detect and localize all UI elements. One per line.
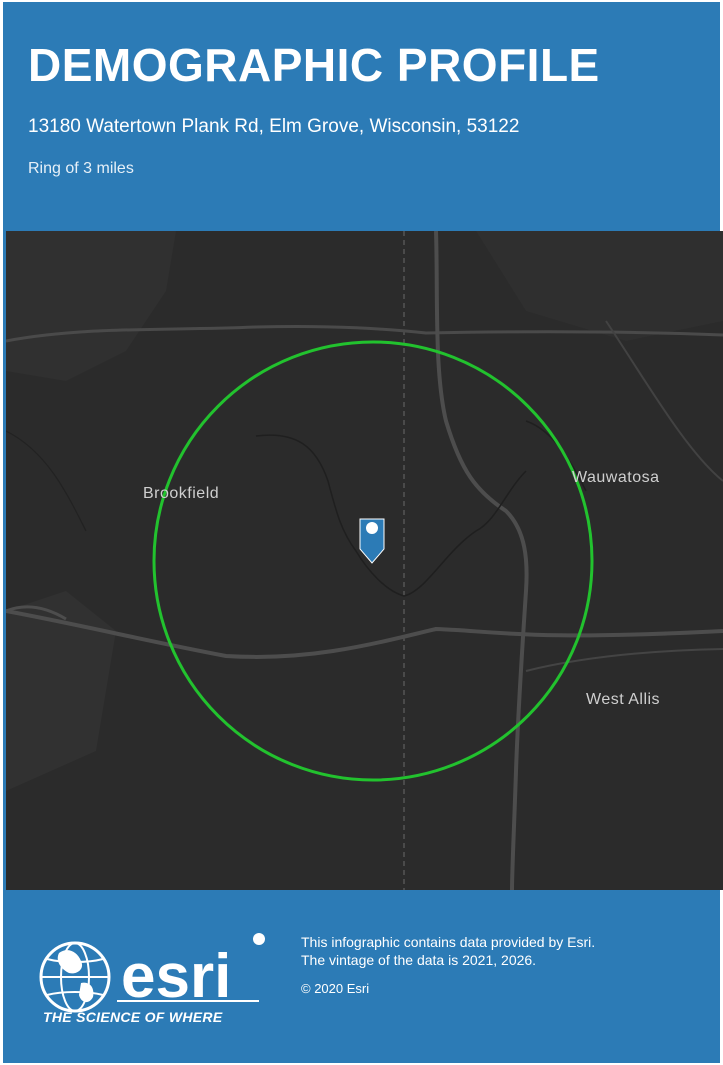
place-label-wauwatosa: Wauwatosa bbox=[572, 469, 660, 486]
location-map[interactable]: Brookfield Wauwatosa West Allis bbox=[6, 231, 723, 890]
page-title: DEMOGRAPHIC PROFILE bbox=[28, 39, 600, 91]
address-text: 13180 Watertown Plank Rd, Elm Grove, Wis… bbox=[28, 116, 520, 137]
data-source-line-2: The vintage of the data is 2021, 2026. bbox=[301, 952, 537, 968]
copyright: © 2020 Esri bbox=[301, 981, 370, 996]
map-canvas bbox=[6, 231, 723, 890]
footer: esri THE SCIENCE OF WHERE This infograph… bbox=[3, 889, 720, 1063]
infographic-page: DEMOGRAPHIC PROFILE 13180 Watertown Plan… bbox=[3, 2, 723, 1063]
place-label-brookfield: Brookfield bbox=[143, 485, 220, 502]
globe-icon bbox=[39, 941, 111, 1013]
header: DEMOGRAPHIC PROFILE 13180 Watertown Plan… bbox=[3, 2, 720, 230]
tagline: THE SCIENCE OF WHERE bbox=[43, 1009, 223, 1025]
place-label-west-allis: West Allis bbox=[586, 691, 661, 708]
data-source-note: This infographic contains data provided … bbox=[301, 933, 595, 969]
ring-description: Ring of 3 miles bbox=[28, 160, 134, 177]
data-source-line-1: This infographic contains data provided … bbox=[301, 934, 596, 950]
